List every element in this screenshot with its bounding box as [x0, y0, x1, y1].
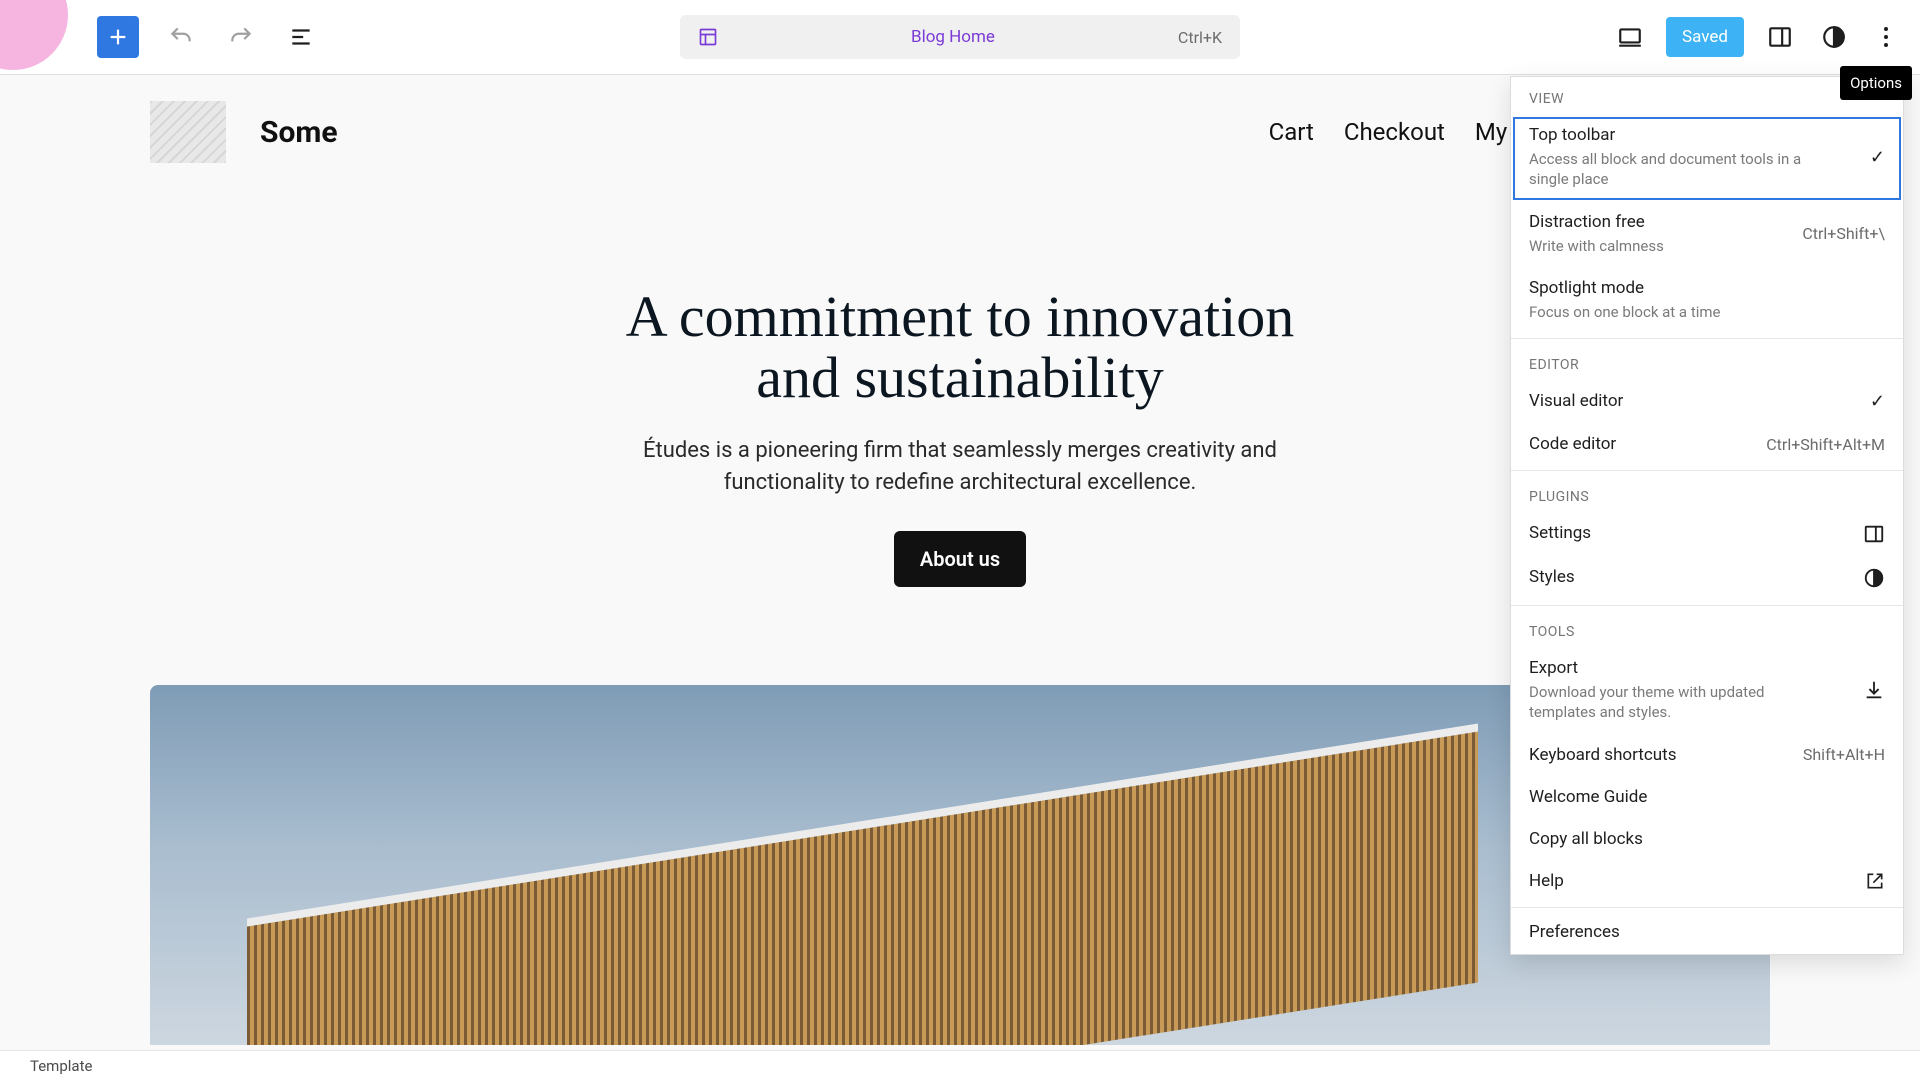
kebab-icon — [1883, 25, 1889, 49]
options-button[interactable] — [1870, 15, 1902, 59]
hero-cta-button[interactable]: About us — [894, 531, 1026, 587]
option-title: Preferences — [1529, 922, 1885, 942]
option-title: Settings — [1529, 523, 1851, 543]
editor-topbar: Blog Home Ctrl+K Saved — [0, 0, 1920, 75]
options-tooltip: Options — [1840, 66, 1912, 100]
site-avatar — [0, 0, 68, 70]
hero-heading-line2: and sustainability — [756, 345, 1164, 410]
option-title: Keyboard shortcuts — [1529, 745, 1791, 765]
hero-image-content — [247, 724, 1478, 1045]
nav-item-checkout[interactable]: Checkout — [1344, 118, 1445, 146]
option-plugin-styles[interactable]: Styles — [1511, 557, 1903, 601]
option-title: Help — [1529, 871, 1853, 891]
option-title: Welcome Guide — [1529, 787, 1885, 807]
menu-divider — [1511, 338, 1903, 339]
options-menu: View Top toolbar Access all block and do… — [1510, 76, 1904, 955]
hero-heading-line1: A commitment to innovation — [626, 284, 1295, 349]
option-keyboard-shortcuts[interactable]: Keyboard shortcuts Shift+Alt+H — [1511, 735, 1903, 777]
site-logo-placeholder[interactable] — [150, 101, 226, 163]
hero-cta-label: About us — [920, 547, 1000, 571]
template-icon — [698, 27, 718, 47]
option-copy-all-blocks[interactable]: Copy all blocks — [1511, 819, 1903, 861]
option-code-editor[interactable]: Code editor Ctrl+Shift+Alt+M — [1511, 424, 1903, 466]
options-section-plugins: Plugins — [1511, 475, 1903, 513]
styles-button[interactable] — [1816, 19, 1852, 55]
save-button[interactable]: Saved — [1666, 17, 1744, 57]
breadcrumb-item: Template — [30, 1057, 92, 1075]
option-welcome-guide[interactable]: Welcome Guide — [1511, 777, 1903, 819]
undo-icon — [168, 24, 194, 50]
option-preferences[interactable]: Preferences — [1511, 912, 1903, 954]
hero-paragraph-line1: Études is a pioneering firm that seamles… — [643, 438, 1277, 463]
option-title: Styles — [1529, 567, 1851, 587]
option-title: Distraction free — [1529, 212, 1790, 232]
check-icon: ✓ — [1870, 391, 1885, 412]
options-tooltip-label: Options — [1850, 74, 1902, 92]
check-icon: ✓ — [1870, 147, 1885, 168]
block-breadcrumb[interactable]: Template — [0, 1050, 1920, 1080]
option-plugin-settings[interactable]: Settings — [1511, 513, 1903, 557]
option-title: Export — [1529, 658, 1851, 678]
option-sub: Focus on one block at a time — [1529, 302, 1819, 322]
document-title: Blog Home — [728, 27, 1178, 47]
menu-divider — [1511, 907, 1903, 908]
option-title: Copy all blocks — [1529, 829, 1885, 849]
nav-item-cart[interactable]: Cart — [1269, 118, 1314, 146]
contrast-icon — [1863, 567, 1885, 589]
site-chip[interactable] — [0, 0, 75, 75]
site-header-left: Some — [150, 101, 338, 163]
option-title: Top toolbar — [1529, 125, 1858, 145]
external-link-icon — [1865, 871, 1885, 891]
download-icon — [1863, 679, 1885, 701]
topbar-right-tools: Saved — [1612, 15, 1920, 59]
document-bar[interactable]: Blog Home Ctrl+K — [680, 15, 1240, 59]
contrast-icon — [1821, 24, 1847, 50]
site-title[interactable]: Some — [260, 115, 338, 150]
hero-paragraph-line2: functionality to redefine architectural … — [724, 470, 1197, 495]
option-export[interactable]: Export Download your theme with updated … — [1511, 648, 1903, 735]
panel-icon — [1767, 24, 1793, 50]
option-shortcut: Ctrl+Shift+Alt+M — [1766, 435, 1885, 454]
document-overview-button[interactable] — [283, 19, 319, 55]
option-spotlight-mode[interactable]: Spotlight mode Focus on one block at a t… — [1511, 268, 1903, 334]
undo-button[interactable] — [163, 19, 199, 55]
options-section-editor: Editor — [1511, 343, 1903, 381]
option-title: Visual editor — [1529, 391, 1858, 411]
desktop-icon — [1617, 24, 1643, 50]
option-sub: Download your theme with updated templat… — [1529, 682, 1819, 723]
options-section-tools: Tools — [1511, 610, 1903, 648]
plus-icon — [107, 26, 129, 48]
command-shortcut: Ctrl+K — [1178, 28, 1222, 47]
menu-divider — [1511, 470, 1903, 471]
redo-icon — [228, 24, 254, 50]
add-block-button[interactable] — [97, 16, 139, 58]
option-title: Spotlight mode — [1529, 278, 1885, 298]
option-title: Code editor — [1529, 434, 1754, 454]
option-distraction-free[interactable]: Distraction free Write with calmness Ctr… — [1511, 202, 1903, 268]
option-shortcut: Ctrl+Shift+\ — [1802, 224, 1885, 243]
redo-button[interactable] — [223, 19, 259, 55]
save-label: Saved — [1682, 27, 1728, 47]
list-icon — [288, 24, 314, 50]
option-top-toolbar[interactable]: Top toolbar Access all block and documen… — [1511, 115, 1903, 202]
settings-panel-button[interactable] — [1762, 19, 1798, 55]
option-help[interactable]: Help — [1511, 861, 1903, 903]
option-sub: Access all block and document tools in a… — [1529, 149, 1819, 190]
menu-divider — [1511, 605, 1903, 606]
view-device-button[interactable] — [1612, 19, 1648, 55]
topbar-left-tools — [75, 16, 319, 58]
option-shortcut: Shift+Alt+H — [1803, 745, 1885, 764]
panel-icon — [1863, 523, 1885, 545]
option-sub: Write with calmness — [1529, 236, 1790, 256]
option-visual-editor[interactable]: Visual editor ✓ — [1511, 381, 1903, 424]
